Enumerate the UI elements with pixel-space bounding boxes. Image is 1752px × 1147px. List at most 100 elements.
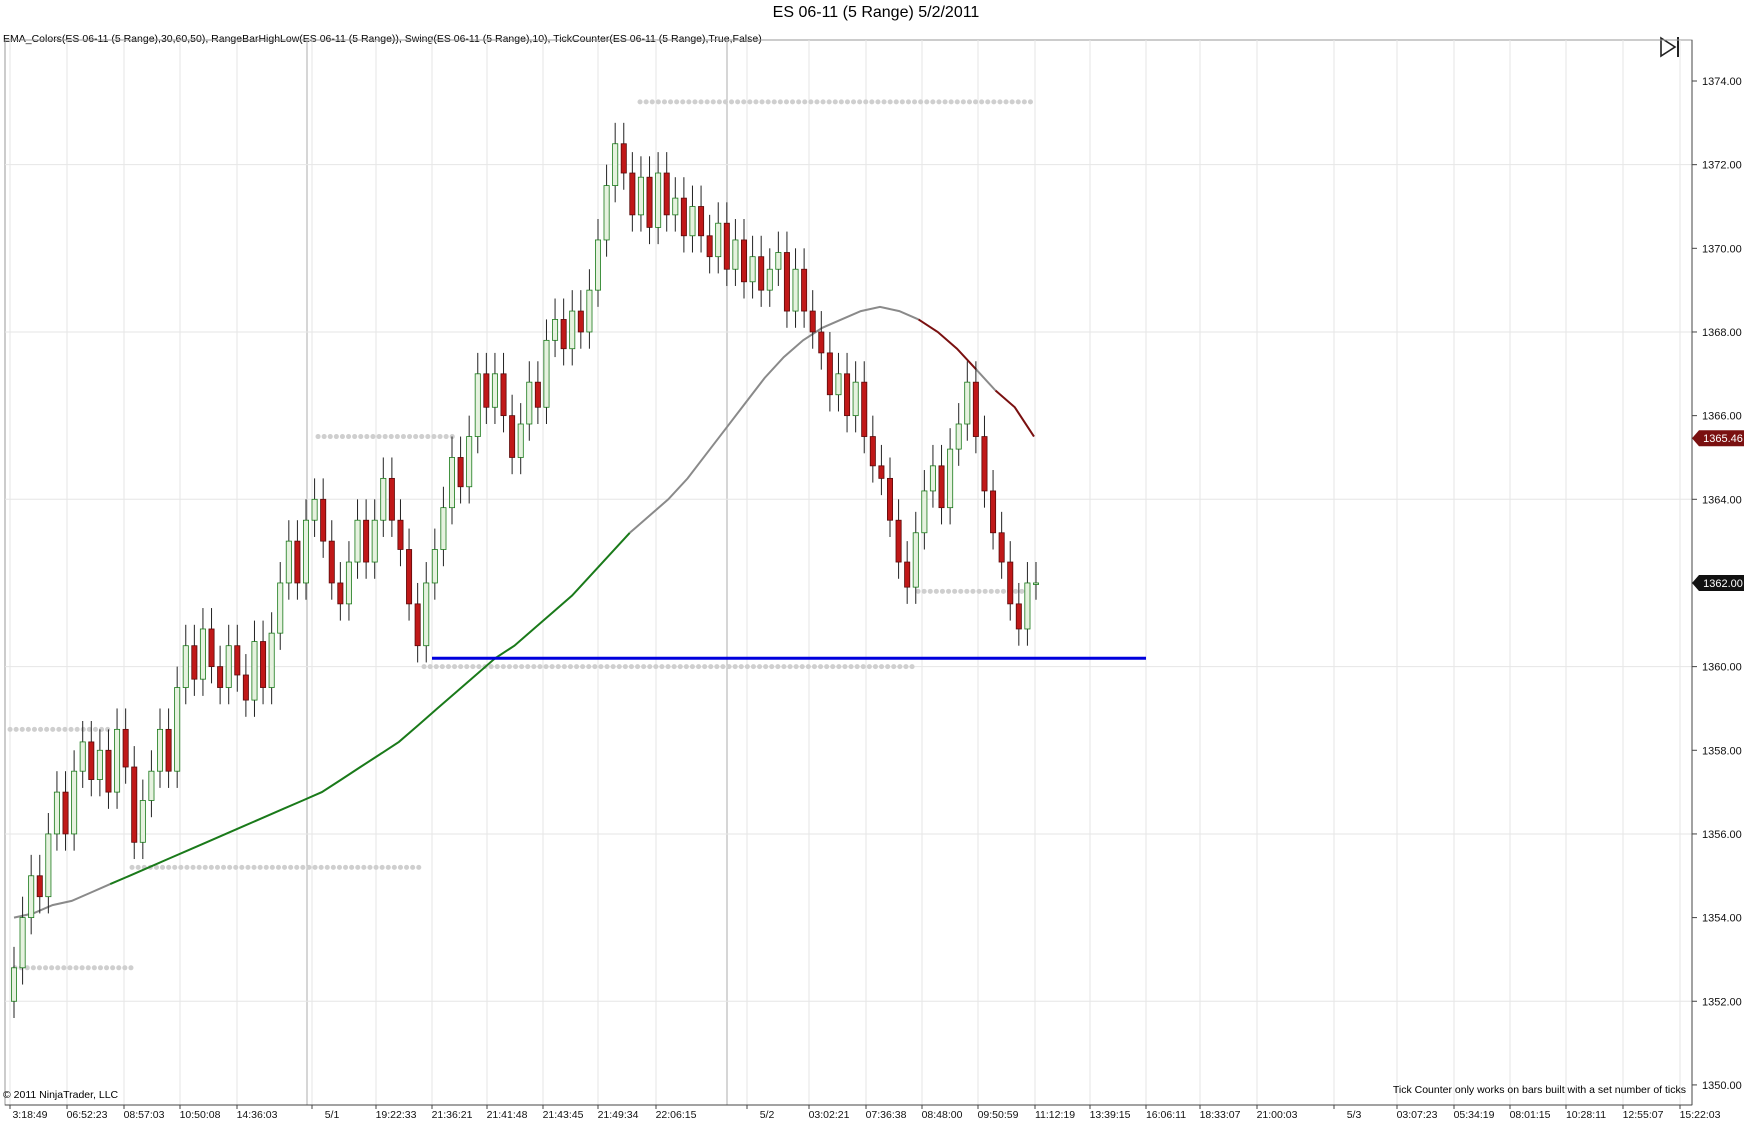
time-tick-label: 08:01:15 (1510, 1109, 1551, 1121)
down-candle-body (260, 641, 267, 688)
up-candle-body (440, 507, 447, 550)
up-candle-body (371, 519, 378, 563)
down-candle-body (887, 477, 894, 521)
price-tick-label: 1370.00 (1702, 243, 1742, 255)
candle (88, 720, 95, 797)
time-tick-label: 10:50:08 (180, 1109, 221, 1121)
up-candle-body (139, 800, 146, 843)
down-candle-body (509, 415, 516, 458)
up-candle-body (311, 498, 318, 521)
up-candle-body (835, 373, 842, 396)
candle (646, 156, 653, 245)
time-tick-label: 05:34:19 (1454, 1109, 1495, 1121)
candle (929, 444, 936, 508)
up-candle-body (749, 256, 756, 283)
candles (10, 122, 1040, 1018)
down-candle-body (818, 331, 825, 354)
candle (921, 470, 928, 550)
up-candle-body (689, 206, 696, 237)
time-tick-label: 15:22:03 (1680, 1109, 1721, 1121)
up-candle-body (929, 465, 936, 492)
price-axis: 1374.00 1372.00 1370.00 1368.00 1366.00 1364.… (1691, 40, 1744, 1105)
down-candle-body (698, 206, 705, 237)
candle (637, 156, 644, 232)
time-tick-label: 11:12:19 (1035, 1109, 1075, 1121)
ema-segment-neutral (975, 368, 997, 392)
up-candle-body (10, 967, 17, 1002)
candle (285, 520, 292, 600)
candle (706, 214, 713, 274)
candle (225, 624, 232, 705)
candle (749, 235, 756, 299)
candle (964, 361, 971, 441)
down-candle-body (122, 728, 129, 768)
candle (311, 478, 318, 537)
down-candle-body (36, 875, 43, 898)
tick-counter-note: Tick Counter only works on bars built wi… (1392, 1084, 1686, 1096)
up-candle-body (199, 628, 206, 680)
up-candle-body (964, 381, 971, 425)
down-candle-body (663, 172, 670, 216)
price-chart[interactable]: 1374.00 1372.00 1370.00 1368.00 1366.00 1364.… (0, 0, 1752, 1147)
candle (242, 654, 249, 717)
down-candle-body (904, 561, 911, 588)
candle (302, 499, 309, 600)
candle (139, 779, 146, 860)
candle (586, 269, 593, 349)
price-tick-label: 1356.00 (1702, 829, 1742, 841)
time-tick-label: 16:06:11 (1146, 1109, 1186, 1121)
price-tick-label: 1364.00 (1702, 494, 1742, 506)
candle (947, 428, 954, 525)
candle (612, 122, 619, 203)
up-candle-body (655, 172, 662, 228)
up-candle-body (79, 741, 86, 772)
up-candle-body (277, 582, 284, 634)
candle (483, 352, 490, 425)
price-tick-label: 1354.00 (1702, 913, 1742, 925)
candle (457, 436, 464, 504)
candle (741, 219, 748, 299)
down-candle-body (620, 143, 627, 174)
up-candle-body (921, 490, 928, 534)
down-candle-body (294, 540, 301, 584)
candle (371, 499, 378, 579)
up-candle-body (775, 252, 782, 270)
ema-segment-falling (994, 389, 1035, 438)
time-tick-label: 13:39:15 (1090, 1109, 1131, 1121)
down-candle-body (741, 239, 748, 283)
candle (809, 290, 816, 349)
candle (955, 403, 962, 466)
price-tick-label: 1374.00 (1702, 76, 1742, 88)
candle (191, 624, 198, 696)
candle (844, 352, 851, 433)
down-candle-body (500, 373, 507, 417)
up-candle-body (251, 641, 258, 701)
up-candle-body (380, 477, 387, 521)
candle (397, 499, 404, 567)
candle (96, 729, 103, 797)
up-candle-body (156, 728, 163, 772)
up-candle-body (448, 457, 455, 509)
candle (595, 219, 602, 307)
up-candle-body (302, 519, 309, 584)
candle (199, 608, 206, 696)
up-candle-body (637, 176, 644, 216)
candle (998, 511, 1005, 579)
up-candle-body (732, 239, 739, 270)
candle (36, 854, 43, 914)
candle (380, 457, 387, 537)
time-tick-label: 07:36:38 (866, 1109, 907, 1121)
candle (337, 562, 344, 621)
candle (981, 415, 988, 508)
down-candle-body (560, 319, 567, 350)
candle (826, 331, 833, 412)
down-candle-body (783, 252, 790, 312)
down-candle-body (577, 310, 584, 333)
down-candle-body (706, 235, 713, 258)
candle (732, 219, 739, 286)
candle (71, 750, 78, 851)
up-candle-body (466, 436, 473, 488)
grid (4, 39, 1693, 1106)
up-candle-body (71, 770, 78, 835)
up-candle-body (947, 448, 954, 509)
